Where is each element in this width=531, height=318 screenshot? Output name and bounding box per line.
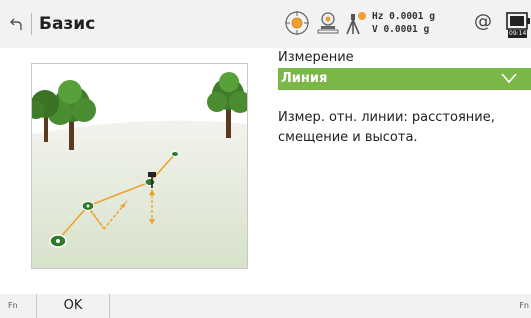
title-bar: Базис Hz 0.0001 g V 0.0001 g @ 09:14	[0, 0, 531, 48]
at-symbol-icon[interactable]: @	[474, 11, 492, 32]
page-title: Базис	[39, 14, 96, 34]
point-reference-icon	[81, 200, 95, 212]
fn-key-left[interactable]: Fn	[8, 301, 18, 310]
v-readout: V 0.0001 g	[372, 24, 430, 35]
dropdown-selected-value: Линия	[281, 71, 328, 86]
back-arrow-icon	[10, 18, 22, 30]
point-target-icon	[144, 178, 156, 186]
point-far-icon	[171, 151, 179, 157]
hz-readout: Hz 0.0001 g	[372, 11, 435, 22]
point-start-icon	[49, 234, 67, 248]
title-separator	[31, 13, 32, 35]
chevron-down-icon	[501, 73, 517, 84]
measurement-illustration	[31, 63, 248, 269]
target-crosshair-icon[interactable]	[284, 10, 310, 36]
measurement-description: Измер. отн. линии: расстояние, смещение …	[278, 110, 495, 145]
instrument-station-icon[interactable]	[316, 10, 340, 36]
tripod-person-icon[interactable]	[344, 10, 368, 36]
measurement-label: Измерение	[278, 50, 354, 65]
field-scene	[32, 64, 247, 268]
clock-time: 09:14	[508, 30, 528, 38]
function-bar: Fn OK Fn	[0, 294, 531, 318]
back-button[interactable]	[4, 12, 28, 36]
fn-key-right[interactable]: Fn	[519, 301, 529, 310]
measurement-dropdown[interactable]: Линия	[278, 68, 531, 90]
battery-icon	[506, 12, 530, 30]
ok-button[interactable]: OK	[36, 294, 110, 318]
